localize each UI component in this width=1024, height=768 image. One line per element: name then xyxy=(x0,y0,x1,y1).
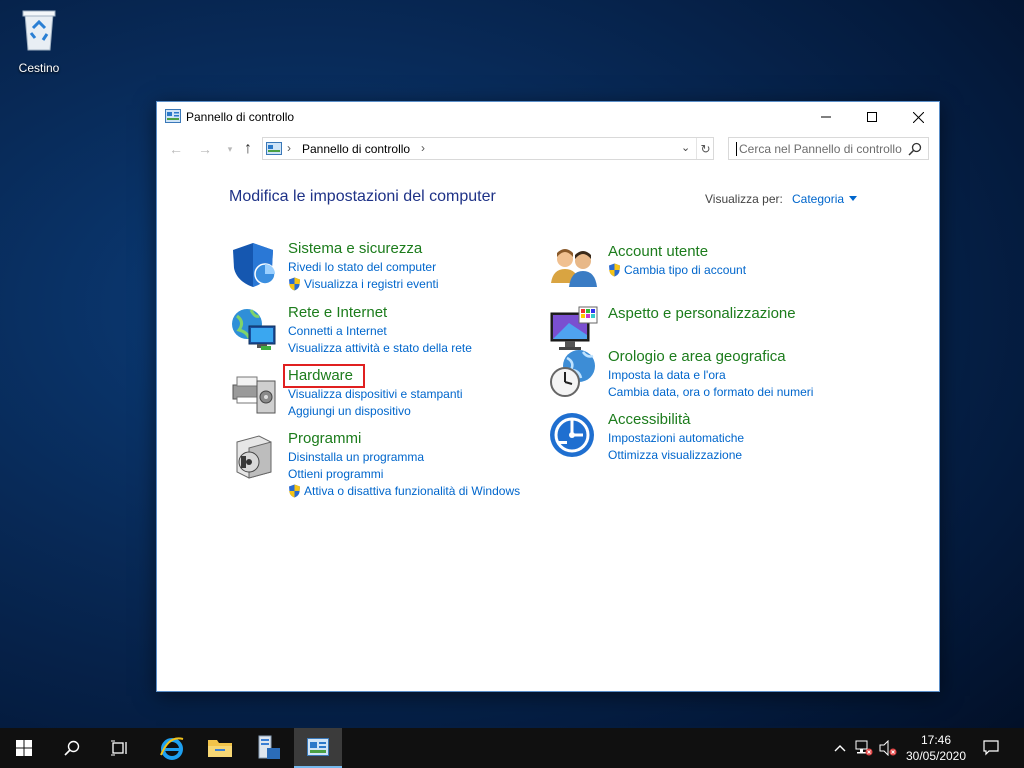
category-link[interactable]: Rivedi lo stato del computer xyxy=(288,260,436,274)
control-panel-taskbar-button[interactable] xyxy=(294,728,342,768)
category-title[interactable]: Accessibilità xyxy=(608,411,691,428)
search-input[interactable]: Cerca nel Pannello di controllo xyxy=(736,142,902,156)
maximize-icon xyxy=(867,112,877,122)
category-title[interactable]: Account utente xyxy=(608,243,708,260)
category-link-admin[interactable]: Attiva o disattiva funzionalità di Windo… xyxy=(288,484,520,498)
breadcrumb[interactable]: Pannello di controllo xyxy=(302,142,410,156)
category-link[interactable]: Visualizza attività e stato della rete xyxy=(288,341,472,355)
back-arrow-icon[interactable]: ← xyxy=(167,140,185,158)
clock-time: 17:46 xyxy=(920,733,952,747)
volume-tray-button[interactable] xyxy=(877,728,899,768)
speaker-muted-icon xyxy=(879,740,897,756)
category-link[interactable]: Connetti a Internet xyxy=(288,324,387,338)
category-link-admin[interactable]: Cambia tipo di account xyxy=(608,263,746,277)
category-title[interactable]: Aspetto e personalizzazione xyxy=(608,305,796,322)
category-link[interactable]: Visualizza dispositivi e stampanti xyxy=(288,387,463,401)
server-manager-button[interactable] xyxy=(244,728,292,768)
recycle-bin-desktop-icon[interactable]: Cestino xyxy=(10,8,68,75)
category-link-text: Cambia tipo di account xyxy=(624,263,747,277)
task-view-button[interactable] xyxy=(96,728,144,768)
control-panel-icon xyxy=(165,109,181,123)
chevron-right-icon: › xyxy=(287,141,291,155)
control-panel-icon xyxy=(307,738,329,756)
recent-locations-chevron-icon[interactable]: ▾ xyxy=(221,140,239,158)
taskbar-clock[interactable]: 17:46 30/05/2020 xyxy=(898,732,974,764)
user-accounts-icon xyxy=(551,249,597,287)
up-arrow-icon[interactable]: ↑ xyxy=(239,140,257,158)
category-link[interactable]: Aggiungi un dispositivo xyxy=(288,404,411,418)
chevron-right-icon[interactable]: › xyxy=(421,141,425,155)
category-link-text: Visualizza i registri eventi xyxy=(304,277,439,291)
task-view-icon xyxy=(111,740,127,756)
file-explorer-button[interactable] xyxy=(196,728,244,768)
category-link[interactable]: Ottieni programmi xyxy=(288,467,383,481)
category-title-hardware[interactable]: Hardware xyxy=(288,367,353,384)
search-taskbar-button[interactable] xyxy=(48,728,96,768)
action-center-button[interactable] xyxy=(978,728,1004,768)
internet-explorer-icon xyxy=(160,737,184,760)
accessibility-icon xyxy=(550,413,594,457)
category-title[interactable]: Sistema e sicurezza xyxy=(288,240,422,257)
chevron-up-icon xyxy=(834,745,846,752)
start-button[interactable] xyxy=(0,728,48,768)
refresh-icon: ↻ xyxy=(700,141,711,156)
category-link[interactable]: Cambia data, ora o formato dei numeri xyxy=(608,385,813,399)
folder-icon xyxy=(208,740,232,757)
security-shield-icon xyxy=(233,243,276,287)
view-by-label: Visualizza per: xyxy=(705,192,783,206)
category-title[interactable]: Orologio e area geografica xyxy=(608,348,786,365)
recycle-bin-icon xyxy=(22,10,56,51)
clock-date: 30/05/2020 xyxy=(905,749,967,763)
windows-logo-icon xyxy=(16,740,32,756)
category-link-admin[interactable]: Visualizza i registri eventi xyxy=(288,277,439,291)
close-button[interactable] xyxy=(895,102,941,132)
printer-hardware-icon xyxy=(232,376,276,414)
server-manager-icon xyxy=(258,735,280,759)
minimize-button[interactable] xyxy=(803,102,849,132)
maximize-button[interactable] xyxy=(849,102,895,132)
network-wired-icon xyxy=(855,740,873,756)
forward-arrow-icon[interactable]: → xyxy=(196,140,214,158)
category-link[interactable]: Imposta la data e l'ora xyxy=(608,368,726,382)
search-icon xyxy=(908,142,922,156)
taskbar: 17:46 30/05/2020 xyxy=(0,728,1024,768)
refresh-button[interactable]: ↻ xyxy=(696,138,714,159)
category-title[interactable]: Rete e Internet xyxy=(288,304,387,321)
search-icon xyxy=(64,740,80,756)
clock-globe-icon xyxy=(550,350,595,397)
uac-shield-icon xyxy=(609,263,620,277)
address-bar[interactable]: › Pannello di controllo › ⌄ ↻ xyxy=(262,137,714,160)
close-icon xyxy=(912,111,924,123)
network-globe-icon xyxy=(232,309,276,350)
minimize-icon xyxy=(821,116,831,118)
control-panel-window: Pannello di controllo ← → ▾ ↑ › Pannello… xyxy=(156,101,940,692)
search-box[interactable]: Cerca nel Pannello di controllo xyxy=(728,137,929,160)
title-bar[interactable]: Pannello di controllo xyxy=(157,102,939,132)
category-link-text: Attiva o disattiva funzionalità di Windo… xyxy=(304,484,521,498)
programs-disc-icon xyxy=(236,435,272,479)
notification-icon xyxy=(983,740,999,756)
control-panel-icon xyxy=(266,142,282,155)
category-link[interactable]: Ottimizza visualizzazione xyxy=(608,448,742,462)
recycle-bin-label: Cestino xyxy=(18,61,60,75)
caret-down-icon xyxy=(849,196,858,201)
chevron-down-icon[interactable]: ⌄ xyxy=(681,141,690,154)
window-title: Pannello di controllo xyxy=(186,110,295,124)
network-tray-button[interactable] xyxy=(853,728,875,768)
page-title: Modifica le impostazioni del computer xyxy=(229,188,496,205)
category-link[interactable]: Disinstalla un programma xyxy=(288,450,424,464)
internet-explorer-button[interactable] xyxy=(148,728,196,768)
uac-shield-icon xyxy=(289,277,300,291)
view-by-value: Categoria xyxy=(792,192,845,206)
category-link[interactable]: Impostazioni automatiche xyxy=(608,431,744,445)
view-by-dropdown[interactable]: Categoria xyxy=(792,192,858,206)
navigation-bar: ← → ▾ ↑ › Pannello di controllo › ⌄ ↻ Ce… xyxy=(157,136,939,162)
uac-shield-icon xyxy=(289,484,300,498)
category-title[interactable]: Programmi xyxy=(288,430,361,447)
show-hidden-icons-button[interactable] xyxy=(830,728,850,768)
